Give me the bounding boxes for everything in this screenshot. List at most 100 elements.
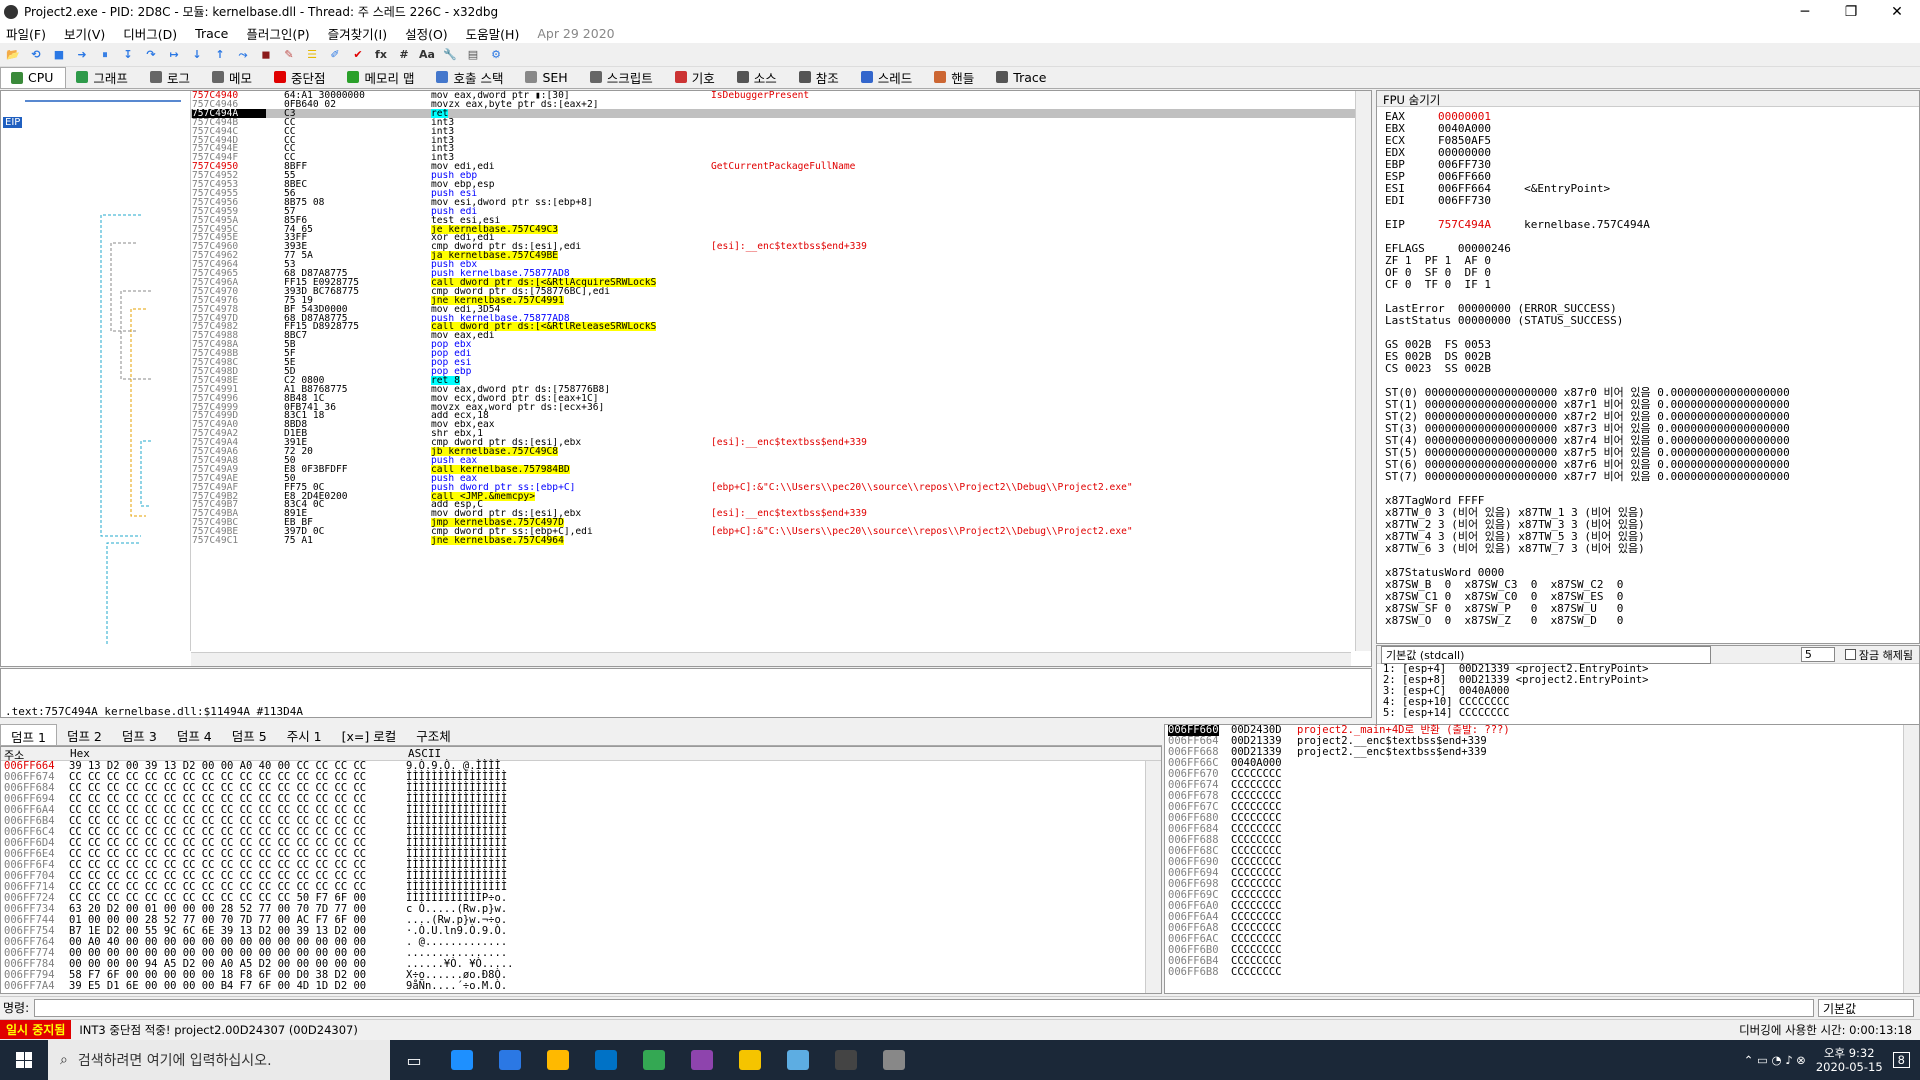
disasm-row[interactable]: 757C4960 393E cmp dword ptr ds:[esi],edi [e… <box>191 242 1355 252</box>
disasm-row[interactable]: 757C4988 8BC7 mov eax,edi <box>191 331 1355 341</box>
disasm-row[interactable]: 757C497D 68 D87A8775 push kernelbase.75877… <box>191 313 1355 323</box>
toolbar-button[interactable]: ◼ <box>257 47 275 63</box>
toolbar-button[interactable]: ↓ <box>188 47 206 63</box>
dump-tab-2[interactable]: 덤프 3 <box>112 724 167 745</box>
disasm-row[interactable]: 757C498E C2 0800 ret 8 <box>191 375 1355 385</box>
disasm-row[interactable]: 757C49A0 8BD8 mov ebx,eax <box>191 420 1355 430</box>
disasm-row[interactable]: 757C4970 393D BC768775 cmp dword ptr ds:[7… <box>191 286 1355 296</box>
registers-panel[interactable]: FPU 숨기기 EAX 00000001 EBX 0040A000 ECX F085… <box>1376 90 1920 644</box>
tab-2[interactable]: 로그 <box>140 67 202 88</box>
toolbar-button[interactable]: fx <box>372 47 390 63</box>
toolbar-button[interactable]: ▤ <box>464 47 482 63</box>
tab-12[interactable]: 스레드 <box>851 67 925 88</box>
disasm-row[interactable]: 757C49A4 391E cmp dword ptr ds:[esi],ebx [e… <box>191 438 1355 448</box>
toolbar-button[interactable]: ✐ <box>326 47 344 63</box>
disasm-row[interactable]: 757C4982 FF15 D8928775 call dword ptr ds:[… <box>191 322 1355 332</box>
menu-item[interactable]: 보기(V) <box>64 24 105 43</box>
register-value[interactable]: 006FF730 <box>1438 194 1491 207</box>
disasm-row[interactable]: 757C494C CC int3 <box>191 126 1355 136</box>
toolbar-button[interactable]: ✔ <box>349 47 367 63</box>
toolbar-button[interactable]: ⟲ <box>27 47 45 63</box>
disasm-row[interactable]: 757C4991 A1 B8768775 mov eax,dword ptr ds:… <box>191 384 1355 394</box>
dump-scrollbar[interactable] <box>1145 761 1161 993</box>
disasm-row[interactable]: 757C49BE 397D 0C cmp dword ptr ss:[ebp+C],… <box>191 527 1355 537</box>
tab-1[interactable]: 그래프 <box>66 67 140 88</box>
command-input[interactable] <box>34 998 1814 1017</box>
disasm-row[interactable]: 757C4946 0FB640 02 movzx eax,byte ptr ds:[… <box>191 100 1355 110</box>
disasm-row[interactable]: 757C4956 8B75 08 mov esi,dword ptr ss:[ebp… <box>191 197 1355 207</box>
disasm-row[interactable]: 757C4964 53 push ebx <box>191 260 1355 270</box>
tab-9[interactable]: 기호 <box>665 67 727 88</box>
disasm-row[interactable]: 757C4952 55 push ebp <box>191 171 1355 181</box>
toolbar-button[interactable]: ⚙ <box>487 47 505 63</box>
disasm-row[interactable]: 757C49BA 891E mov dword ptr ds:[esi],ebx [e… <box>191 509 1355 519</box>
disasm-row[interactable]: 757C4999 0FB741 36 movzx eax,word ptr ds:[… <box>191 402 1355 412</box>
toolbar-button[interactable]: # <box>395 47 413 63</box>
toolbar-button[interactable]: ⤳ <box>234 47 252 63</box>
disasm-row[interactable]: 757C496A FF15 E0928775 call dword ptr ds:[… <box>191 278 1355 287</box>
stack-row[interactable]: 006FF6B8 CCCCCCCC <box>1165 967 1919 978</box>
notification-icon[interactable]: 8 <box>1892 1052 1910 1068</box>
calling-convention-select[interactable]: 기본값 (stdcall) <box>1381 645 1711 664</box>
tab-0[interactable]: CPU <box>0 67 67 88</box>
taskbar-app-9[interactable] <box>870 1040 918 1080</box>
tray-icons[interactable]: ⌃ ▭ ◔ ♪ ⊗ <box>1744 1053 1806 1067</box>
register-line[interactable]: x87TW_6 3 (비어 있음) x87TW_7 3 (비어 있음) <box>1377 543 1919 555</box>
taskbar-app-5[interactable] <box>678 1040 726 1080</box>
toolbar-button[interactable]: 📂 <box>4 47 22 63</box>
hide-fpu-button[interactable]: FPU 숨기기 <box>1377 91 1919 107</box>
toolbar-button[interactable]: ✎ <box>280 47 298 63</box>
stack-view[interactable]: 006FF660 00D2430D project2._main+4D로 반환 (출… <box>1164 724 1920 994</box>
command-mode-dropdown[interactable]: 기본값 <box>1818 998 1914 1017</box>
dump-tab-0[interactable]: 덤프 1 <box>0 724 57 745</box>
disasm-row[interactable]: 757C498C 5E pop esi <box>191 358 1355 368</box>
disasm-row[interactable]: 757C49C1 75 A1 jne kernelbase.757C4964 <box>191 536 1355 545</box>
menu-item[interactable]: 도움말(H) <box>466 24 520 43</box>
arguments-panel[interactable]: 기본값 (stdcall) 5 잠금 해제됨 1: [esp+4] 00D213… <box>1376 645 1920 725</box>
clock[interactable]: 오후 9:32 2020-05-15 <box>1816 1046 1883 1074</box>
task-view-button[interactable]: ▭ <box>390 1040 438 1080</box>
stack-scrollbar[interactable] <box>1903 725 1919 993</box>
toolbar-button[interactable]: ➜ <box>73 47 91 63</box>
disasm-row[interactable]: 757C4978 BF 543D0000 mov edi,3D54 <box>191 304 1355 314</box>
disasm-row[interactable]: 757C4940 64:A1 30000000 mov eax,dword ptr … <box>191 91 1355 100</box>
dump-tab-1[interactable]: 덤프 2 <box>57 724 112 745</box>
disasm-row[interactable]: 757C4996 8B48 1C mov ecx,dword ptr ds:[eax… <box>191 393 1355 403</box>
disasm-row[interactable]: 757C498A 5B pop ebx <box>191 340 1355 350</box>
argument-line[interactable]: 5: [esp+14] CCCCCCCC <box>1377 708 1919 719</box>
register-line[interactable]: CF 0 TF 0 IF 1 <box>1377 279 1919 291</box>
menu-item[interactable]: 파일(F) <box>6 24 46 43</box>
tab-13[interactable]: 핸들 <box>924 67 986 88</box>
disasm-row[interactable]: 757C494A C3 ret <box>191 108 1355 118</box>
disasm-row[interactable]: 757C49AF FF75 0C push dword ptr ss:[ebp+C]… <box>191 482 1355 492</box>
start-button[interactable] <box>0 1040 48 1080</box>
disasm-row[interactable]: 757C4976 75 19 jne kernelbase.757C4991 <box>191 295 1355 305</box>
disasm-row[interactable]: 757C4959 57 push edi <box>191 206 1355 216</box>
register-line[interactable]: ST(7) 00000000000000000000 x87r7 비어 있음 0… <box>1377 471 1919 483</box>
disasm-row[interactable]: 757C495A 85F6 test esi,esi <box>191 215 1355 225</box>
close-button[interactable]: ✕ <box>1874 4 1920 20</box>
disassembly-view[interactable]: EIP 757C4940 64:A1 30000000 mov eax,dword … <box>0 90 1372 667</box>
disasm-row[interactable]: 757C494E CC int3 <box>191 144 1355 154</box>
tab-6[interactable]: 호출 스택 <box>426 67 515 88</box>
register-line[interactable]: EIP 757C494A kernelbase.757C494A <box>1377 219 1919 231</box>
register-line[interactable]: LastStatus 00000000 (STATUS_SUCCESS) <box>1377 315 1919 327</box>
toolbar-button[interactable]: ↷ <box>142 47 160 63</box>
taskbar-app-7[interactable] <box>774 1040 822 1080</box>
tab-4[interactable]: 중단점 <box>264 67 338 88</box>
taskbar-app-3[interactable] <box>582 1040 630 1080</box>
unlock-checkbox[interactable]: 잠금 해제됨 <box>1844 647 1913 663</box>
dump-tab-6[interactable]: [x=] 로컬 <box>332 724 407 745</box>
toolbar-button[interactable]: ☰ <box>303 47 321 63</box>
tab-8[interactable]: 스크립트 <box>580 67 665 88</box>
tab-7[interactable]: SEH <box>515 67 579 88</box>
menu-item[interactable]: 플러그인(P) <box>246 24 309 43</box>
disasm-row[interactable]: 757C49A6 72 20 jb kernelbase.757C49C8 <box>191 447 1355 456</box>
disasm-row[interactable]: 757C4962 77 5A ja kernelbase.757C49BE <box>191 251 1355 260</box>
taskbar-app-6[interactable] <box>726 1040 774 1080</box>
taskbar-search[interactable]: ⌕ 검색하려면 여기에 입력하십시오. <box>48 1040 390 1080</box>
disasm-row[interactable]: 757C499D 83C1 18 add ecx,18 <box>191 411 1355 421</box>
register-line[interactable]: x87SW_O 0 x87SW_Z 0 x87SW_D 0 <box>1377 615 1919 627</box>
dump-tab-5[interactable]: 주시 1 <box>277 724 332 745</box>
register-line[interactable]: EDI 006FF730 <box>1377 195 1919 207</box>
